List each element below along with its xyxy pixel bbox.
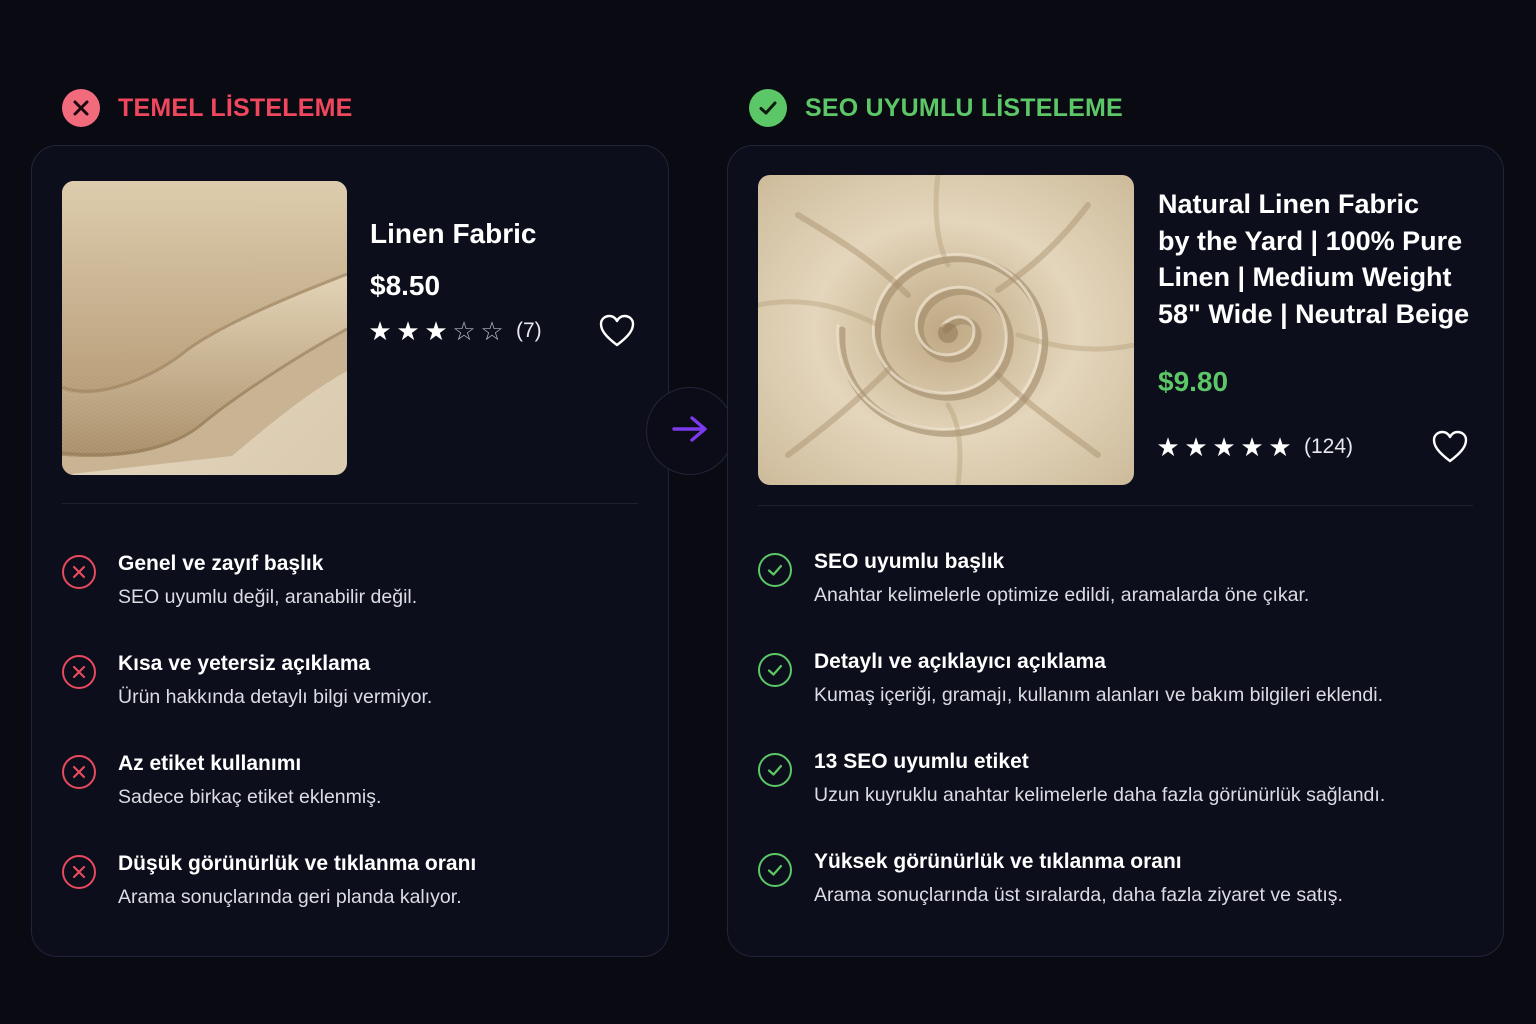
review-count: (7) [516, 319, 542, 342]
feature-description: Sadece birkaç etiket eklenmiş. [118, 786, 382, 808]
check-circle-icon [749, 89, 787, 127]
feature-item: Kısa ve yetersiz açıklama Ürün hakkında … [62, 651, 476, 751]
product-price: $9.80 [1158, 366, 1229, 397]
arrow-right-icon [670, 413, 710, 450]
feature-description: SEO uyumlu değil, aranabilir değil. [118, 586, 418, 608]
star-icon: ★ [1184, 432, 1208, 462]
feature-item: Yüksek görünürlük ve tıklanma oranı Aram… [758, 849, 1385, 949]
feature-description: Anahtar kelimelerle optimize edildi, ara… [814, 584, 1310, 606]
divider [62, 503, 638, 504]
product-price: $8.50 [370, 270, 441, 301]
feature-item: Detaylı ve açıklayıcı açıklama Kumaş içe… [758, 649, 1385, 749]
check-circle-icon [758, 853, 792, 887]
divider [758, 505, 1473, 506]
star-icon: ★ [1240, 432, 1264, 462]
seo-listing-card: Natural Linen Fabric by the Yard | 100% … [727, 145, 1504, 957]
star-empty-icon: ☆ [452, 316, 476, 346]
feature-title: Az etiket kullanımı [118, 752, 302, 775]
product-image-swirled-linen[interactable] [758, 175, 1134, 485]
feature-title: 13 SEO uyumlu etiket [814, 750, 1029, 773]
feature-title: Detaylı ve açıklayıcı açıklama [814, 650, 1106, 673]
seo-listing-feature-list: SEO uyumlu başlık Anahtar kelimelerle op… [758, 549, 1385, 949]
feature-title: Düşük görünürlük ve tıklanma oranı [118, 852, 477, 875]
feature-item: SEO uyumlu başlık Anahtar kelimelerle op… [758, 549, 1385, 649]
star-icon: ★ [1212, 432, 1236, 462]
x-circle-icon [62, 655, 96, 689]
star-icon: ★ [1156, 432, 1180, 462]
feature-description: Uzun kuyruklu anahtar kelimelerle daha f… [814, 784, 1386, 806]
basic-listing-feature-list: Genel ve zayıf başlık SEO uyumlu değil, … [62, 551, 476, 951]
feature-description: Kumaş içeriği, gramajı, kullanım alanlar… [814, 684, 1383, 706]
feature-description: Ürün hakkında detaylı bilgi vermiyor. [118, 686, 433, 708]
x-circle-icon [62, 89, 100, 127]
feature-item: 13 SEO uyumlu etiket Uzun kuyruklu anaht… [758, 749, 1385, 849]
star-icon: ★ [396, 316, 420, 346]
basic-listing-card: Linen Fabric $8.50 ★ ★ ★ ☆ ☆ (7) Genel v… [31, 145, 669, 957]
star-icon: ★ [368, 316, 392, 346]
product-title[interactable]: Natural Linen Fabric by the Yard | 100% … [1158, 186, 1488, 332]
product-title-line: Linen | Medium Weight [1158, 262, 1452, 292]
feature-item: Düşük görünürlük ve tıklanma oranı Arama… [62, 851, 476, 951]
feature-item: Az etiket kullanımı Sadece birkaç etiket… [62, 751, 476, 851]
x-circle-icon [62, 755, 96, 789]
check-circle-icon [758, 553, 792, 587]
check-circle-icon [758, 753, 792, 787]
star-icon: ★ [424, 316, 448, 346]
product-title-line: 58" Wide | Neutral Beige [1158, 298, 1470, 329]
basic-listing-header: TEMEL LİSTELEME [62, 89, 353, 127]
feature-title: SEO uyumlu başlık [814, 550, 1005, 573]
feature-title: Genel ve zayıf başlık [118, 552, 324, 575]
product-rating: ★ ★ ★ ★ ★ (124) [1156, 434, 1353, 460]
feature-item: Genel ve zayıf başlık SEO uyumlu değil, … [62, 551, 476, 651]
seo-listing-header: SEO UYUMLU LİSTELEME [749, 89, 1123, 127]
product-title-line: Natural Linen Fabric [1158, 189, 1420, 219]
feature-title: Kısa ve yetersiz açıklama [118, 652, 371, 675]
product-title-line: by the Yard | 100% Pure [1158, 225, 1463, 256]
product-image-folded-linen[interactable] [62, 181, 347, 475]
feature-title: Yüksek görünürlük ve tıklanma oranı [814, 850, 1182, 873]
heart-icon[interactable] [599, 314, 635, 348]
review-count: (124) [1304, 435, 1354, 458]
heart-icon[interactable] [1432, 430, 1468, 464]
product-rating: ★ ★ ★ ☆ ☆ (7) [368, 316, 542, 346]
feature-description: Arama sonuçlarında üst sıralarda, daha f… [814, 884, 1343, 906]
seo-listing-title: SEO UYUMLU LİSTELEME [805, 93, 1123, 122]
x-circle-icon [62, 855, 96, 889]
check-circle-icon [758, 653, 792, 687]
product-title[interactable]: Linen Fabric [370, 218, 536, 250]
feature-description: Arama sonuçlarında geri planda kalıyor. [118, 886, 462, 908]
basic-listing-title: TEMEL LİSTELEME [118, 93, 353, 122]
x-circle-icon [62, 555, 96, 589]
compare-arrow-button [646, 387, 734, 475]
star-empty-icon: ☆ [480, 316, 504, 346]
star-icon: ★ [1268, 432, 1292, 462]
